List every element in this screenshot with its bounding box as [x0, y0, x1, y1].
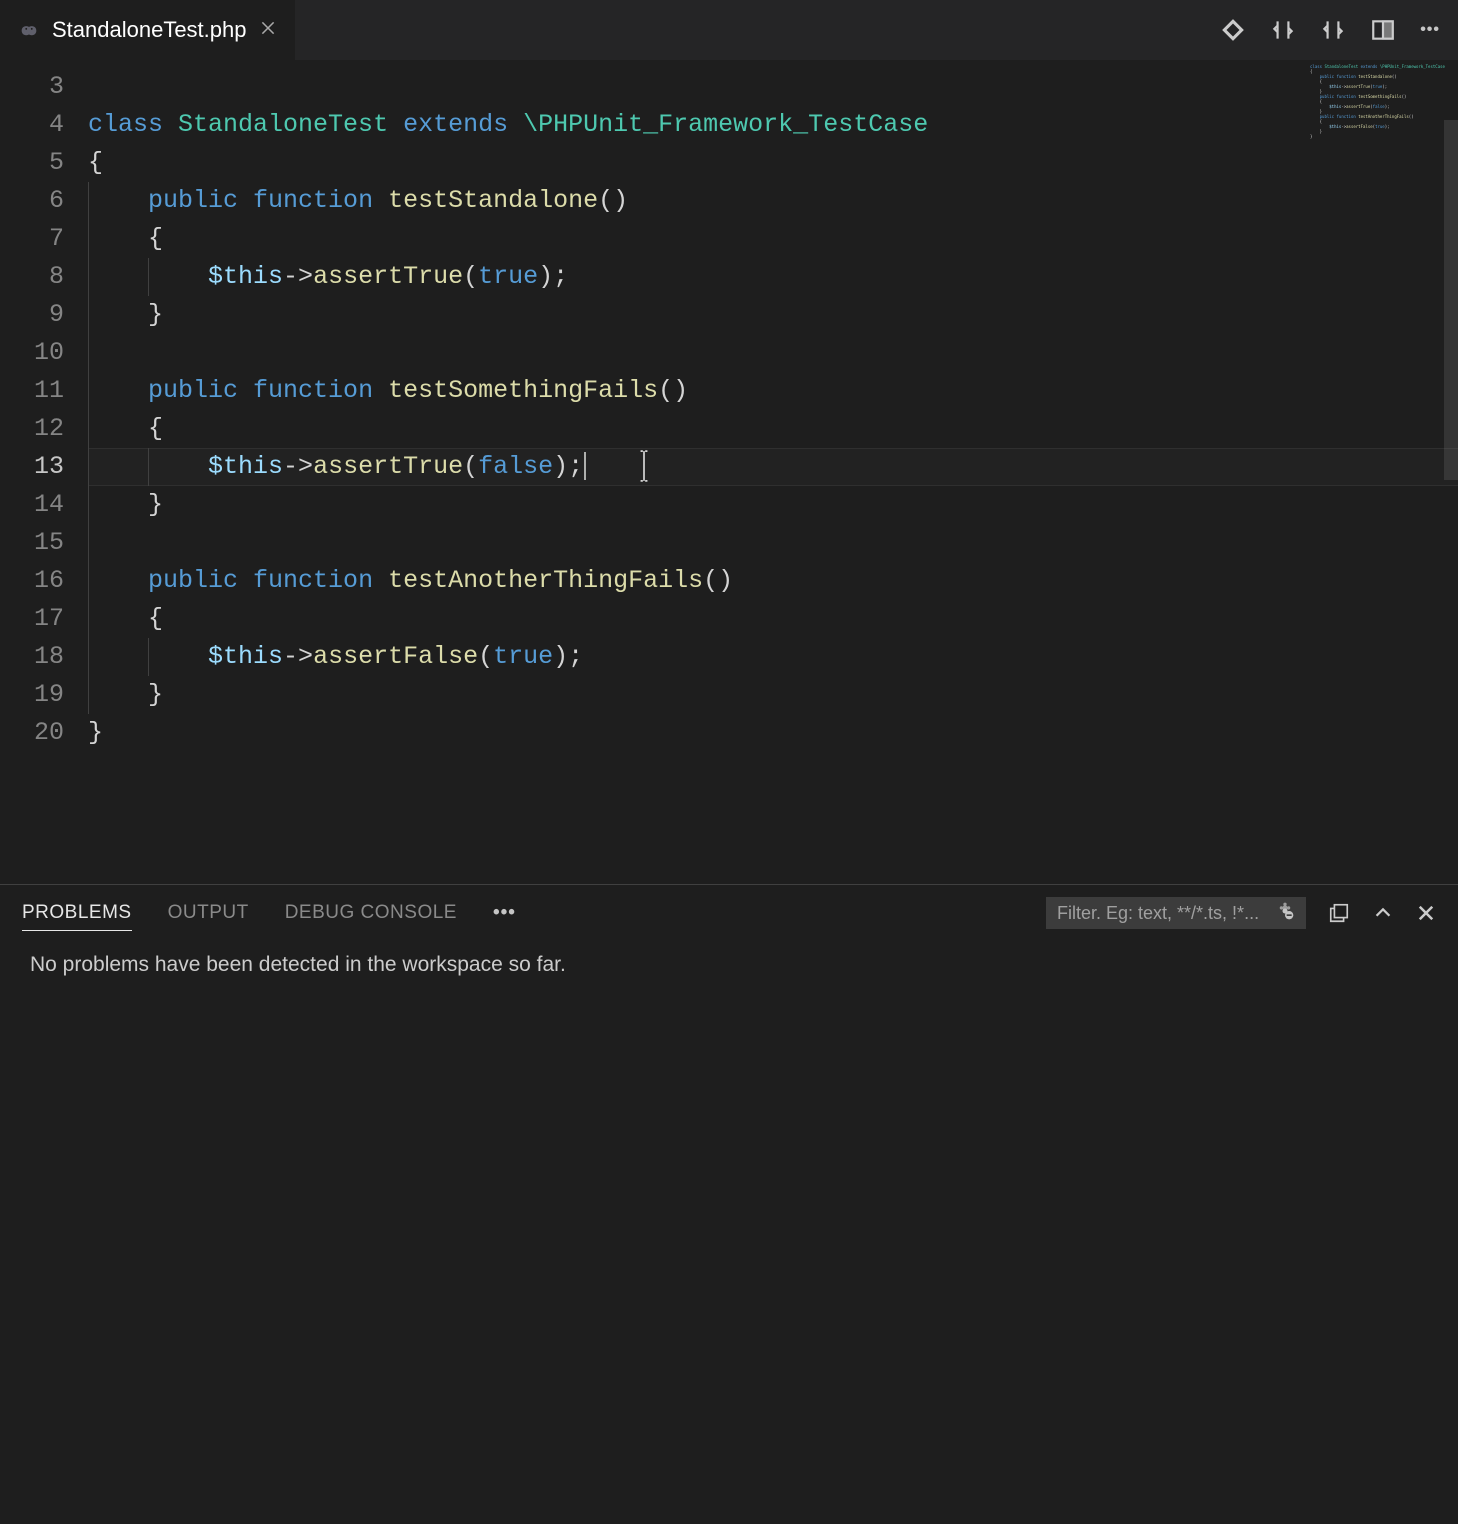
- tab-debug-console[interactable]: DEBUG CONSOLE: [285, 896, 457, 930]
- line-number: 16: [0, 562, 64, 600]
- code-line[interactable]: $this->assertTrue(false);: [88, 448, 1458, 486]
- line-number: 5: [0, 144, 64, 182]
- code-line[interactable]: $this->assertFalse(true);: [88, 638, 1458, 676]
- panel-body: No problems have been detected in the wo…: [0, 941, 1458, 989]
- diamond-icon[interactable]: [1220, 17, 1246, 43]
- compare-icon-2[interactable]: [1320, 17, 1346, 43]
- code-area[interactable]: class StandaloneTest extends \PHPUnit_Fr…: [88, 60, 1458, 884]
- line-number: 12: [0, 410, 64, 448]
- code-line[interactable]: {: [88, 144, 1458, 182]
- more-icon[interactable]: •••: [1420, 21, 1440, 39]
- code-line[interactable]: public function testSomethingFails(): [88, 372, 1458, 410]
- scrollbar-thumb[interactable]: [1444, 120, 1458, 480]
- line-number: 14: [0, 486, 64, 524]
- code-line[interactable]: {: [88, 220, 1458, 258]
- line-number: 20: [0, 714, 64, 752]
- filter-settings-icon[interactable]: [1275, 901, 1295, 926]
- more-tabs-icon[interactable]: •••: [493, 896, 516, 930]
- tab-problems[interactable]: PROBLEMS: [22, 896, 132, 931]
- line-number: 18: [0, 638, 64, 676]
- code-line[interactable]: }: [88, 296, 1458, 334]
- code-line[interactable]: $this->assertTrue(true);: [88, 258, 1458, 296]
- line-number: 9: [0, 296, 64, 334]
- editor-toolbar: •••: [1220, 17, 1458, 43]
- code-line[interactable]: [88, 68, 1458, 106]
- line-number: 6: [0, 182, 64, 220]
- close-panel-icon[interactable]: [1416, 903, 1436, 923]
- line-number: 8: [0, 258, 64, 296]
- code-line[interactable]: class StandaloneTest extends \PHPUnit_Fr…: [88, 106, 1458, 144]
- tab-output[interactable]: OUTPUT: [168, 896, 249, 930]
- code-line[interactable]: [88, 524, 1458, 562]
- filter-input[interactable]: Filter. Eg: text, **/*.ts, !*...: [1046, 897, 1306, 929]
- split-editor-icon[interactable]: [1370, 17, 1396, 43]
- compare-icon[interactable]: [1270, 17, 1296, 43]
- line-number: 3: [0, 68, 64, 106]
- panel-tabs: PROBLEMS OUTPUT DEBUG CONSOLE •••: [22, 896, 516, 931]
- code-line[interactable]: }: [88, 486, 1458, 524]
- code-line[interactable]: public function testAnotherThingFails(): [88, 562, 1458, 600]
- code-line[interactable]: [88, 334, 1458, 372]
- text-cursor: [584, 452, 586, 480]
- panel-header: PROBLEMS OUTPUT DEBUG CONSOLE ••• Filter…: [0, 885, 1458, 941]
- php-file-icon: [18, 16, 40, 44]
- line-number: 17: [0, 600, 64, 638]
- line-number: 15: [0, 524, 64, 562]
- tab-container: StandaloneTest.php: [0, 0, 296, 60]
- problems-message: No problems have been detected in the wo…: [30, 953, 1428, 977]
- line-number: 7: [0, 220, 64, 258]
- tab-standalonetest[interactable]: StandaloneTest.php: [0, 0, 296, 60]
- line-number: 4: [0, 106, 64, 144]
- line-number: 13: [0, 448, 64, 486]
- code-line[interactable]: }: [88, 714, 1458, 752]
- tab-bar: StandaloneTest.php •••: [0, 0, 1458, 60]
- collapse-all-icon[interactable]: [1328, 902, 1350, 924]
- code-line[interactable]: }: [88, 676, 1458, 714]
- line-number: 11: [0, 372, 64, 410]
- line-number-gutter: 34567891011121314151617181920: [0, 60, 88, 884]
- tab-filename: StandaloneTest.php: [52, 17, 247, 43]
- filter-placeholder: Filter. Eg: text, **/*.ts, !*...: [1057, 903, 1259, 924]
- code-line[interactable]: {: [88, 410, 1458, 448]
- editor[interactable]: 34567891011121314151617181920 class Stan…: [0, 60, 1458, 884]
- close-icon[interactable]: [259, 19, 277, 42]
- bottom-panel: PROBLEMS OUTPUT DEBUG CONSOLE ••• Filter…: [0, 884, 1458, 1524]
- line-number: 19: [0, 676, 64, 714]
- panel-actions: Filter. Eg: text, **/*.ts, !*...: [1046, 897, 1436, 929]
- chevron-up-icon[interactable]: [1372, 902, 1394, 924]
- code-line[interactable]: public function testStandalone(): [88, 182, 1458, 220]
- line-number: 10: [0, 334, 64, 372]
- code-line[interactable]: {: [88, 600, 1458, 638]
